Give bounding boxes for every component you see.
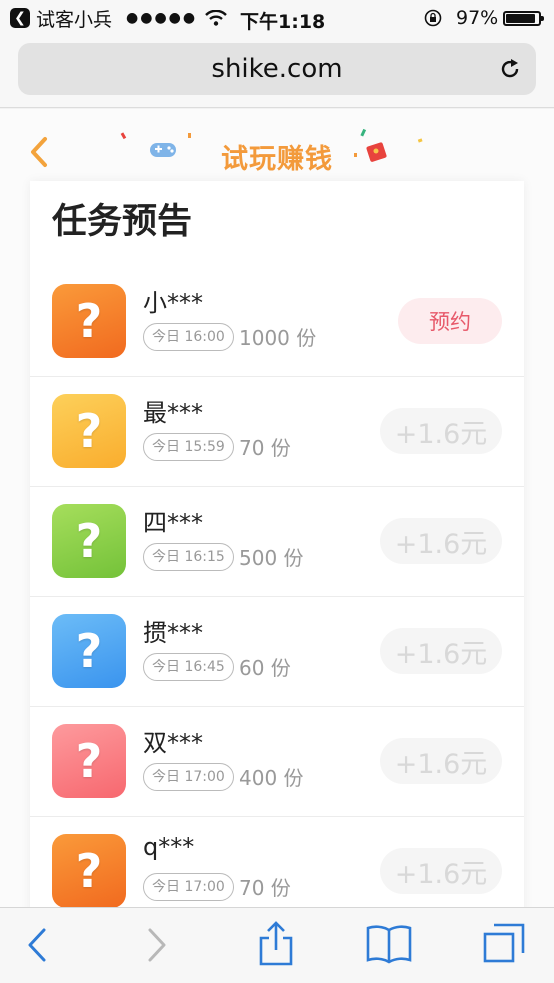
address-bar[interactable]: shike.com [18, 43, 536, 95]
back-to-app-button[interactable]: ❮ 试客小兵 [10, 5, 112, 32]
task-count: 500 份 [239, 546, 304, 570]
task-count: 1000 份 [239, 326, 317, 350]
back-icon[interactable] [24, 926, 50, 964]
task-time: 今日 16:45 [143, 653, 234, 681]
browser-toolbar [0, 907, 554, 983]
task-time: 今日 17:00 [143, 873, 234, 901]
task-time: 今日 16:15 [143, 543, 234, 571]
reserve-button[interactable]: 预约 [398, 298, 502, 344]
task-name: 四*** [143, 509, 203, 537]
question-mark-icon: ? [75, 844, 103, 898]
task-row[interactable]: ? 四*** 今日 16:15 500 份 +1.6元 [30, 487, 524, 597]
task-app-icon: ? [52, 284, 126, 358]
forward-icon[interactable] [144, 926, 170, 964]
bookmarks-icon[interactable] [366, 924, 412, 964]
task-row[interactable]: ? 掼*** 今日 16:45 60 份 +1.6元 [30, 597, 524, 707]
question-mark-icon: ? [75, 514, 103, 568]
task-name: 最*** [143, 399, 203, 427]
task-app-icon: ? [52, 504, 126, 578]
signal-strength: ●●●●● [126, 10, 198, 26]
question-mark-icon: ? [75, 624, 103, 678]
reward-button[interactable]: +1.6元 [380, 518, 502, 564]
task-row[interactable]: ? 小*** 今日 16:00 1000 份 预约 [30, 267, 524, 377]
task-count: 70 份 [239, 876, 291, 900]
share-icon[interactable] [258, 920, 294, 966]
address-bar-area: shike.com [0, 36, 554, 108]
section-heading: 任务预告 [52, 202, 193, 242]
wifi-icon [205, 10, 227, 26]
question-mark-icon: ? [75, 294, 103, 348]
task-row[interactable]: ? q*** 今日 17:00 70 份 +1.6元 [30, 817, 524, 907]
question-mark-icon: ? [75, 734, 103, 788]
confetti-icon [120, 128, 423, 157]
task-count: 70 份 [239, 436, 291, 460]
url-text: shike.com [211, 54, 343, 84]
task-app-icon: ? [52, 394, 126, 468]
task-name: 小*** [143, 289, 203, 317]
task-preview-card: 任务预告 ? 小*** 今日 16:00 1000 份 预约 ? 最*** 今日… [30, 181, 524, 907]
task-time: 今日 17:00 [143, 763, 234, 791]
task-name: q*** [143, 833, 195, 861]
reward-button[interactable]: +1.6元 [380, 408, 502, 454]
task-time: 今日 15:59 [143, 433, 234, 461]
rotation-lock-icon [424, 9, 442, 27]
tabs-icon[interactable] [482, 922, 526, 964]
page-header: 试玩赚钱 [0, 109, 554, 184]
reward-button[interactable]: +1.6元 [380, 628, 502, 674]
reload-icon[interactable] [498, 57, 522, 81]
question-mark-icon: ? [75, 404, 103, 458]
reward-button[interactable]: +1.6元 [380, 848, 502, 894]
reward-button[interactable]: +1.6元 [380, 738, 502, 784]
task-time: 今日 16:00 [143, 323, 234, 351]
task-row[interactable]: ? 双*** 今日 17:00 400 份 +1.6元 [30, 707, 524, 817]
task-name: 掼*** [143, 619, 203, 647]
battery-percent: 97% [456, 7, 499, 29]
task-app-icon: ? [52, 614, 126, 688]
clock: 下午1:18 [240, 11, 326, 33]
task-name: 双*** [143, 729, 203, 757]
status-bar: ❮ 试客小兵 ●●●●● 下午1:18 97% [0, 0, 554, 36]
task-app-icon: ? [52, 834, 126, 907]
task-app-icon: ? [52, 724, 126, 798]
back-arrow-icon: ❮ [10, 8, 30, 28]
task-count: 400 份 [239, 766, 304, 790]
web-page: 试玩赚钱 任务预告 ? 小*** 今日 16:00 1000 份 预约 ? 最*… [0, 109, 554, 907]
battery-icon [503, 11, 544, 26]
task-row[interactable]: ? 最*** 今日 15:59 70 份 +1.6元 [30, 377, 524, 487]
task-count: 60 份 [239, 656, 291, 680]
back-app-label: 试客小兵 [36, 8, 113, 31]
